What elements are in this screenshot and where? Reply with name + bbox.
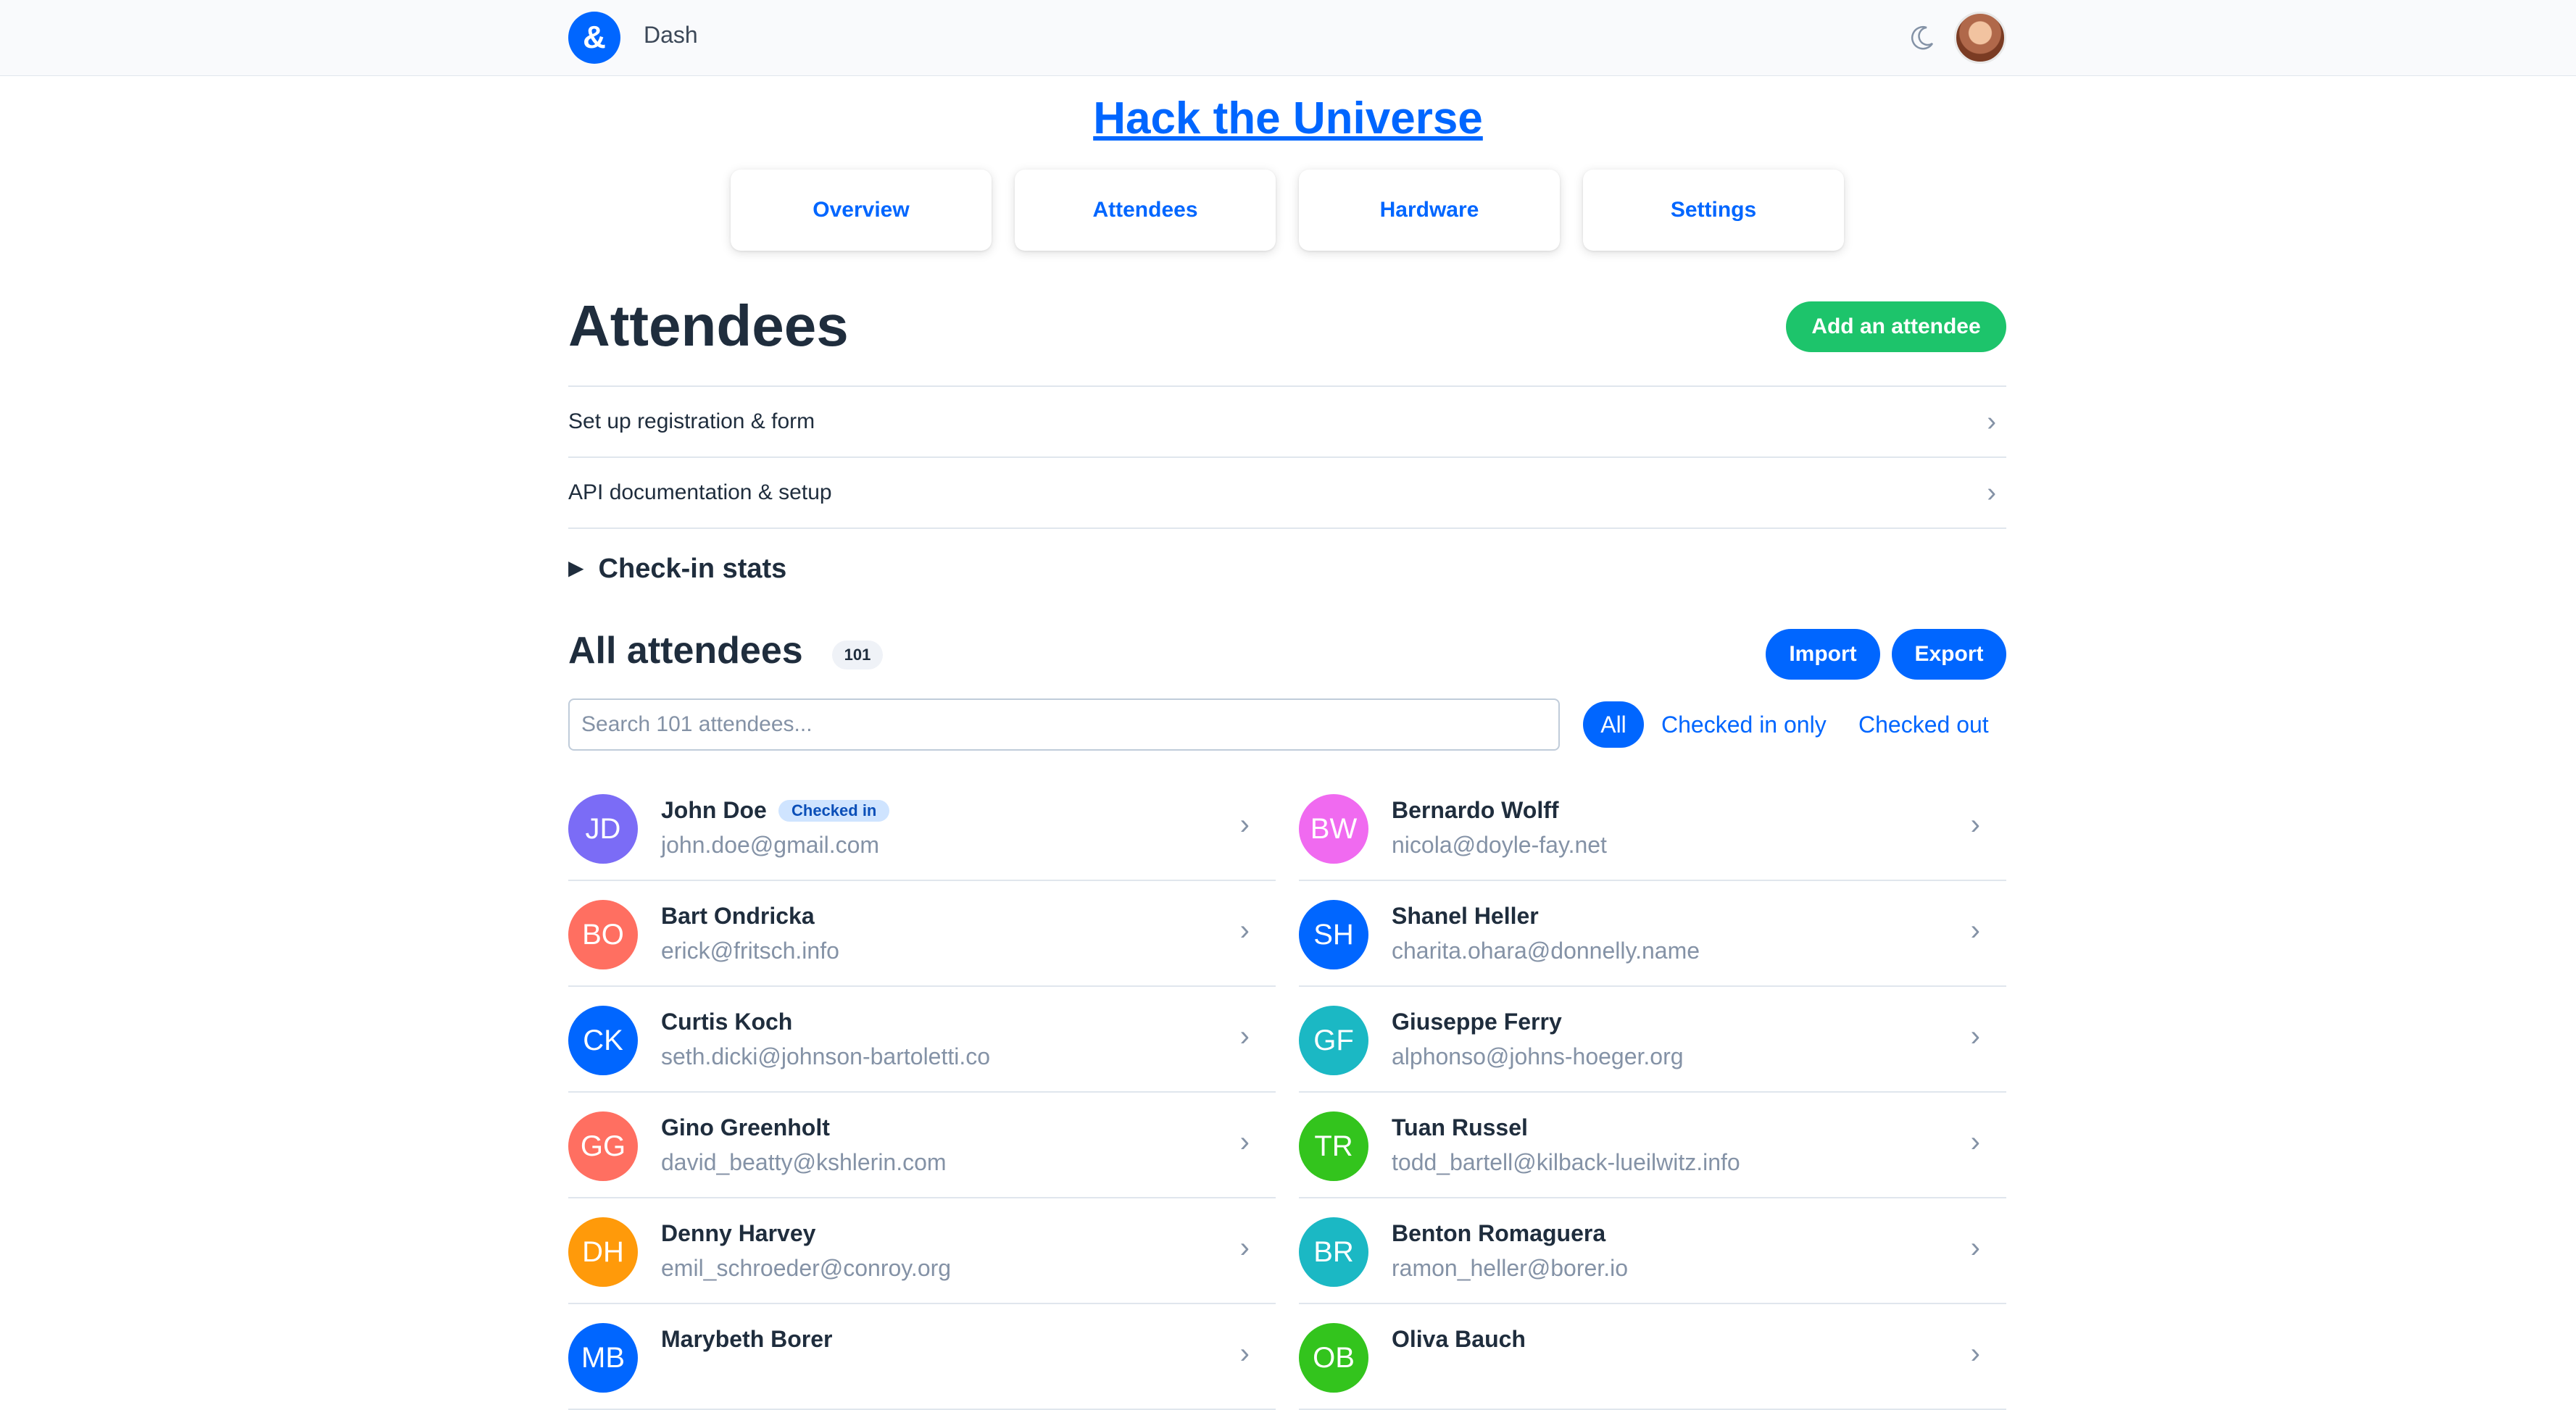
avatar: JD xyxy=(568,794,638,864)
attendee-name: Oliva Bauch xyxy=(1392,1326,1526,1352)
checked-in-badge: Checked in xyxy=(778,800,890,822)
attendee-email: charita.ohara@donnelly.name xyxy=(1392,938,1700,964)
logo-icon[interactable]: & xyxy=(568,12,620,64)
filter-all[interactable]: All xyxy=(1583,701,1644,748)
attendee-row[interactable]: BW Bernardo Wolff nicola@doyle-fay.net › xyxy=(1299,774,2006,881)
search-input[interactable] xyxy=(568,698,1560,751)
attendee-name: Marybeth Borer xyxy=(661,1326,833,1352)
avatar: BO xyxy=(568,900,638,969)
avatar: TR xyxy=(1299,1111,1368,1181)
checkin-stats-toggle[interactable]: ▶ Check-in stats xyxy=(568,554,786,585)
attendee-row[interactable]: BR Benton Romaguera ramon_heller@borer.i… xyxy=(1299,1197,2006,1304)
avatar: CK xyxy=(568,1006,638,1075)
link-label: Set up registration & form xyxy=(568,409,815,433)
attendee-name: Giuseppe Ferry xyxy=(1392,1009,1562,1035)
add-attendee-button[interactable]: Add an attendee xyxy=(1786,301,2006,352)
avatar: OB xyxy=(1299,1323,1368,1393)
attendee-email: emil_schroeder@conroy.org xyxy=(661,1255,952,1281)
tab-overview[interactable]: Overview xyxy=(731,170,992,251)
attendee-name: Curtis Koch xyxy=(661,1009,793,1035)
attendee-row[interactable]: OB Oliva Bauch › xyxy=(1299,1303,2006,1410)
chevron-right-icon: › xyxy=(1970,809,1980,840)
attendee-name: Bernardo Wolff xyxy=(1392,797,1559,823)
link-label: API documentation & setup xyxy=(568,480,832,504)
attendee-email: seth.dicki@johnson-bartoletti.co xyxy=(661,1043,991,1069)
attendee-row[interactable]: SH Shanel Heller charita.ohara@donnelly.… xyxy=(1299,880,2006,987)
export-button[interactable]: Export xyxy=(1892,629,2006,680)
attendee-email: ramon_heller@borer.io xyxy=(1392,1255,1628,1281)
avatar: DH xyxy=(568,1217,638,1287)
registration-setup-link[interactable]: Set up registration & form › xyxy=(568,385,2006,456)
api-docs-link[interactable]: API documentation & setup › xyxy=(568,456,2006,529)
attendee-row[interactable]: GG Gino Greenholt david_beatty@kshlerin.… xyxy=(568,1091,1276,1198)
chevron-right-icon: › xyxy=(1970,914,1980,946)
attendee-name: Shanel Heller xyxy=(1392,903,1539,929)
attendee-name: Benton Romaguera xyxy=(1392,1220,1606,1246)
filter-checked-in-only[interactable]: Checked in only xyxy=(1661,698,1827,751)
attendee-email: nicola@doyle-fay.net xyxy=(1392,832,1607,858)
tab-hardware[interactable]: Hardware xyxy=(1299,170,1560,251)
attendee-email: todd_bartell@kilback-lueilwitz.info xyxy=(1392,1149,1740,1175)
chevron-right-icon: › xyxy=(1239,914,1250,946)
chevron-right-icon: › xyxy=(1239,1338,1250,1369)
nav-tabs: Overview Attendees Hardware Settings xyxy=(731,170,1844,251)
chevron-right-icon: › xyxy=(1970,1338,1980,1369)
chevron-right-icon: › xyxy=(1239,809,1250,840)
checkin-stats-label: Check-in stats xyxy=(598,554,787,584)
attendee-email: alphonso@johns-hoeger.org xyxy=(1392,1043,1684,1069)
attendee-row[interactable]: TR Tuan Russel todd_bartell@kilback-luei… xyxy=(1299,1091,2006,1198)
chevron-right-icon: › xyxy=(1987,406,1996,437)
all-attendees-heading: All attendees xyxy=(568,630,803,672)
triangle-right-icon: ▶ xyxy=(568,556,584,579)
avatar: MB xyxy=(568,1323,638,1393)
chevron-right-icon: › xyxy=(1970,1232,1980,1264)
avatar: BR xyxy=(1299,1217,1368,1287)
moon-icon[interactable] xyxy=(1908,23,1937,52)
avatar: GG xyxy=(568,1111,638,1181)
tab-attendees[interactable]: Attendees xyxy=(1015,170,1276,251)
attendee-name: Bart Ondricka xyxy=(661,903,815,929)
attendee-row[interactable]: GF Giuseppe Ferry alphonso@johns-hoeger.… xyxy=(1299,985,2006,1093)
attendee-name: Gino Greenholt xyxy=(661,1114,830,1140)
user-avatar[interactable] xyxy=(1954,12,2006,64)
event-title-link[interactable]: Hack the Universe xyxy=(0,93,2576,144)
chevron-right-icon: › xyxy=(1239,1126,1250,1158)
tab-settings[interactable]: Settings xyxy=(1583,170,1844,251)
chevron-right-icon: › xyxy=(1970,1020,1980,1052)
chevron-right-icon: › xyxy=(1239,1232,1250,1264)
attendee-name: Denny Harvey xyxy=(661,1220,816,1246)
attendee-row[interactable]: BO Bart Ondricka erick@fritsch.info › xyxy=(568,880,1276,987)
attendee-row[interactable]: MB Marybeth Borer › xyxy=(568,1303,1276,1410)
filter-checked-out[interactable]: Checked out xyxy=(1858,698,1989,751)
attendee-row[interactable]: CK Curtis Koch seth.dicki@johnson-bartol… xyxy=(568,985,1276,1093)
attendee-name: Tuan Russel xyxy=(1392,1114,1528,1140)
attendee-email: erick@fritsch.info xyxy=(661,938,839,964)
chevron-right-icon: › xyxy=(1970,1126,1980,1158)
import-button[interactable]: Import xyxy=(1766,629,1880,680)
attendee-name: John Doe xyxy=(661,797,767,823)
attendee-email: john.doe@gmail.com xyxy=(661,832,880,858)
attendee-count-badge: 101 xyxy=(832,641,883,669)
brand-name[interactable]: Dash xyxy=(644,22,698,49)
attendee-row[interactable]: DH Denny Harvey emil_schroeder@conroy.or… xyxy=(568,1197,1276,1304)
top-bar: & Dash xyxy=(0,0,2576,76)
avatar: BW xyxy=(1299,794,1368,864)
avatar: SH xyxy=(1299,900,1368,969)
attendee-email: david_beatty@kshlerin.com xyxy=(661,1149,947,1175)
attendee-row[interactable]: JD John Doe Checked in john.doe@gmail.co… xyxy=(568,774,1276,881)
page-title: Attendees xyxy=(568,293,849,358)
avatar: GF xyxy=(1299,1006,1368,1075)
chevron-right-icon: › xyxy=(1239,1020,1250,1052)
chevron-right-icon: › xyxy=(1987,477,1996,508)
